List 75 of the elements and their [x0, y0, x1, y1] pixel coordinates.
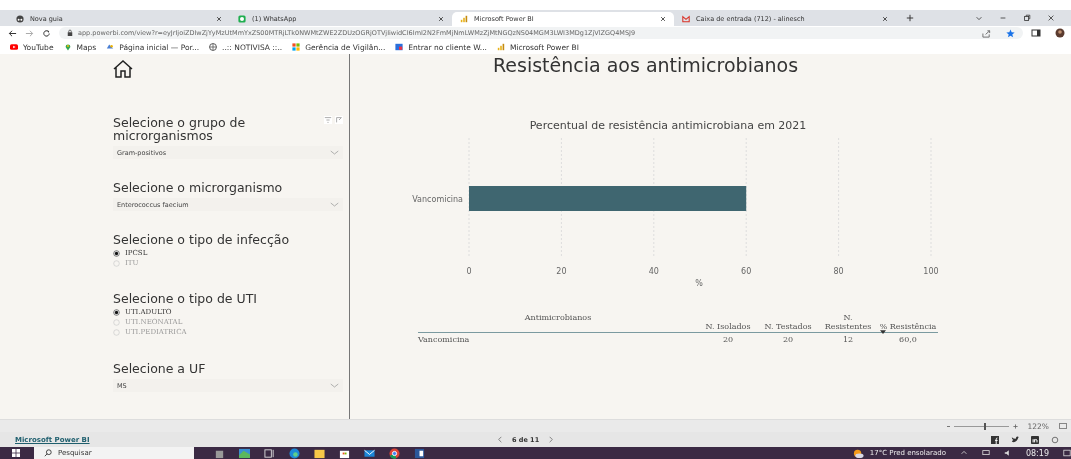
chevron-up-icon[interactable]	[959, 449, 968, 457]
restore-icon[interactable]	[1023, 14, 1031, 22]
avatar-icon[interactable]	[1055, 28, 1065, 38]
map-pin-icon	[63, 43, 72, 51]
windows-icon	[292, 43, 301, 51]
zoom-in-icon[interactable]	[1012, 423, 1018, 429]
star-icon[interactable]	[1006, 28, 1015, 38]
axis-title: %	[695, 279, 703, 288]
folder-icon[interactable]	[314, 447, 325, 459]
tick-label: 80	[833, 267, 844, 276]
new-tab-icon[interactable]	[906, 14, 914, 22]
home-icon[interactable]	[113, 60, 133, 78]
column-header[interactable]: % Resistência	[879, 322, 937, 331]
task-view-icon[interactable]	[264, 447, 275, 459]
chevron-icon	[330, 150, 339, 155]
notification-icon[interactable]	[1063, 449, 1071, 457]
filter-label: Selecione o tipo de UTI	[113, 292, 257, 305]
column-header[interactable]: Antimicrobianos	[524, 313, 592, 322]
category-label: Vancomicina	[412, 195, 463, 204]
back-icon[interactable]	[8, 28, 17, 38]
lock-icon	[67, 29, 73, 37]
chrome-icon[interactable]	[389, 447, 400, 459]
column-header[interactable]: N. Testados	[759, 322, 817, 331]
bird-icon[interactable]	[1011, 435, 1019, 444]
table-cell: 12	[842, 335, 854, 344]
table-cell: 20	[782, 335, 794, 344]
cloud-icon	[106, 43, 115, 51]
play-icon	[10, 43, 18, 51]
globe-icon	[209, 43, 218, 51]
column-header[interactable]: N. Isolados	[699, 322, 757, 331]
column-header[interactable]: N. Resistentes	[819, 313, 877, 331]
map-icon[interactable]	[239, 447, 250, 459]
close-icon[interactable]	[438, 16, 444, 22]
speaker-icon[interactable]	[1003, 449, 1012, 457]
windows-icon[interactable]	[12, 449, 20, 457]
sort-icon[interactable]	[880, 330, 886, 334]
chat-icon	[238, 15, 246, 23]
close-icon[interactable]	[882, 16, 888, 22]
network-icon[interactable]	[981, 449, 990, 457]
table-cell: 60,0	[899, 335, 917, 344]
close-icon[interactable]	[216, 16, 222, 22]
side-panel-icon[interactable]	[1031, 28, 1041, 38]
tick-label: 100	[923, 267, 939, 276]
mail-icon	[682, 15, 690, 23]
search-icon	[44, 449, 52, 457]
facebook-icon[interactable]	[991, 435, 999, 444]
close-icon[interactable]	[1047, 14, 1055, 22]
tick-label: 60	[741, 267, 752, 276]
bar-chart-icon	[460, 15, 468, 23]
clock: 08:19	[1025, 448, 1049, 458]
chart-title: Percentual de resistência antimicrobiana em 2021	[529, 119, 807, 132]
edge-icon[interactable]	[289, 447, 300, 459]
table-cell: 20	[722, 335, 734, 344]
filter-label: Selecione o microrganismo	[113, 181, 283, 194]
chevron-icon	[330, 383, 339, 388]
reload-icon[interactable]	[42, 28, 51, 38]
fit-page-icon[interactable]	[1059, 423, 1067, 429]
word-icon[interactable]	[414, 447, 425, 459]
report-title: Resistência aos antimicrobianos	[492, 54, 800, 78]
chevron-icon	[330, 202, 339, 207]
mail-icon[interactable]	[364, 447, 375, 459]
filter-label: Selecione o tipo de infecção	[113, 233, 290, 246]
tick-label: 40	[648, 267, 659, 276]
calendar-icon	[395, 43, 404, 51]
slider-thumb[interactable]	[983, 422, 986, 430]
linkedin-icon[interactable]	[1031, 435, 1039, 444]
table-cell: Vancomicina	[418, 335, 470, 344]
incognito-icon	[16, 15, 24, 23]
weather-icon[interactable]	[852, 447, 864, 459]
filter-label: Selecione o grupo de microrganismos	[113, 116, 247, 142]
tick-label: 20	[556, 267, 567, 276]
close-icon[interactable]	[660, 16, 666, 22]
filter-label: Selecione a UF	[113, 362, 206, 375]
bar-chart-icon	[496, 43, 505, 51]
tick-label: 0	[466, 267, 472, 276]
